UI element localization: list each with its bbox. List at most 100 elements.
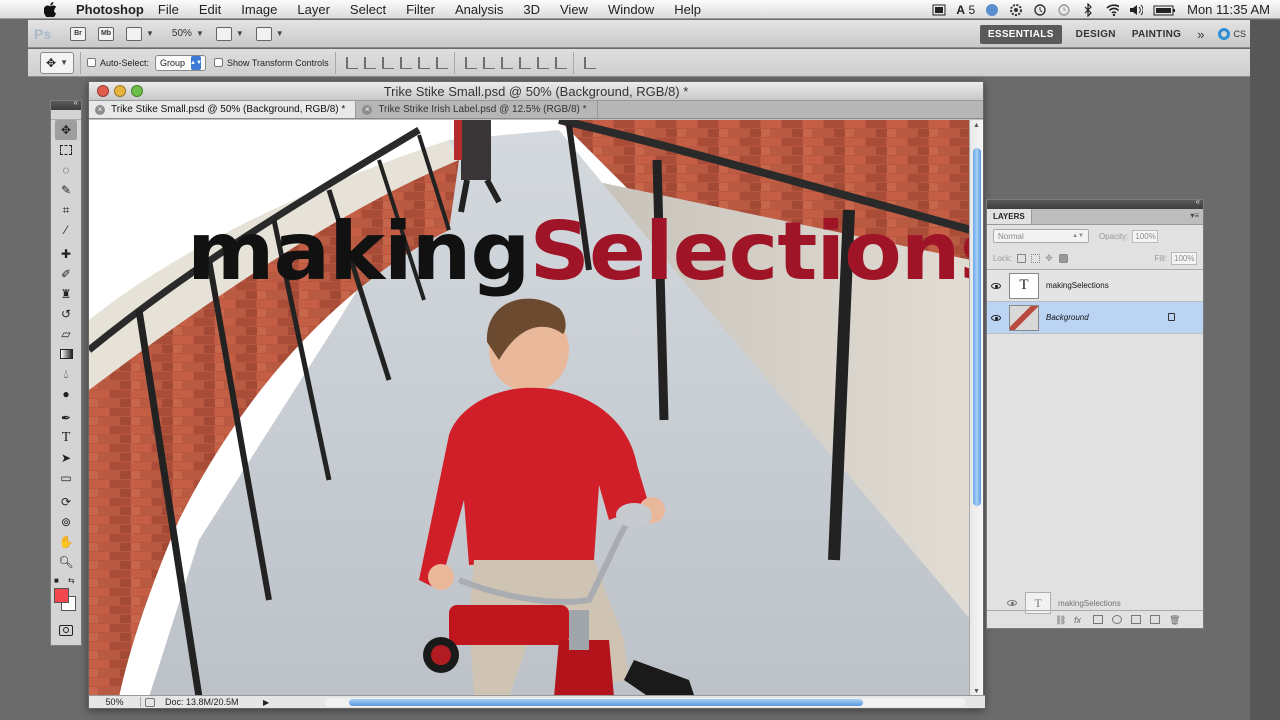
horizontal-scroll-thumb[interactable] [349,699,863,706]
battery-icon[interactable] [1153,3,1177,16]
zoom-tool-icon[interactable]: 🔍︎ [55,552,77,572]
align-vcenter-icon[interactable] [363,56,376,69]
menu-file[interactable]: File [158,2,179,17]
show-transform-checkbox[interactable] [214,58,224,67]
menu-3d[interactable]: 3D [523,2,540,17]
minimize-window-button[interactable] [114,85,126,97]
align-bottom-icon[interactable] [381,56,394,69]
menu-view[interactable]: View [560,2,588,17]
distribute-bottom-icon[interactable] [500,56,513,69]
horizontal-scrollbar[interactable] [325,698,965,707]
gradient-tool-icon[interactable] [55,344,77,364]
menu-help[interactable]: Help [674,2,701,17]
workspace-essentials[interactable]: ESSENTIALS [979,24,1062,44]
auto-select-dropdown[interactable]: Group ▲▼ [155,54,207,71]
crop-tool-icon[interactable]: ⌗ [55,200,77,220]
auto-select-checkbox[interactable] [87,58,96,67]
shape-tool-icon[interactable]: ▭ [55,468,77,488]
quick-selection-tool-icon[interactable]: ✎ [55,180,77,200]
tools-panel-header[interactable]: « [51,98,81,110]
clone-stamp-tool-icon[interactable]: ♜ [55,284,77,304]
network-icon[interactable] [985,3,999,16]
gear-icon[interactable] [1009,3,1023,16]
3d-rotate-tool-icon[interactable]: ⟳ [55,492,77,512]
layer-name[interactable]: makingSelections [1046,281,1109,290]
add-mask-icon[interactable] [1093,615,1103,624]
swap-colors-icon[interactable]: ⇆ [68,576,75,585]
zoom-window-button[interactable] [131,85,143,97]
link-layers-icon[interactable]: ⛓ [1055,615,1066,625]
clock[interactable]: Mon 11:35 AM [1187,2,1270,17]
time-machine-icon[interactable] [1057,3,1071,16]
making-selections-text[interactable]: makingSelections [187,212,971,292]
layer-row-making-selections[interactable]: T makingSelections [987,270,1203,302]
align-left-icon[interactable] [399,56,412,69]
path-selection-tool-icon[interactable]: ➤ [55,448,77,468]
close-tab-icon[interactable]: × [95,104,105,115]
screen-mode-button[interactable]: ▼ [255,25,284,43]
status-menu-icon[interactable]: ▶ [263,698,269,707]
panel-menu-icon[interactable]: ▾≡ [1190,211,1199,220]
eraser-tool-icon[interactable]: ▱ [55,324,77,344]
lock-image-icon[interactable] [1031,253,1041,263]
align-top-icon[interactable] [345,56,358,69]
eyedropper-tool-icon[interactable]: ⁄ [55,220,77,240]
visibility-toggle[interactable] [987,282,1005,289]
layer-row-background[interactable]: Background [987,302,1203,334]
launch-minibridge-button[interactable]: Mb [98,25,114,43]
workspace-painting[interactable]: PAINTING [1132,29,1181,40]
fill-field[interactable]: 100% [1171,251,1197,265]
menu-edit[interactable]: Edit [199,2,221,17]
apple-icon[interactable] [44,1,60,17]
app-menu[interactable]: Photoshop [76,2,144,17]
menu-filter[interactable]: Filter [406,2,435,17]
distribute-left-icon[interactable] [518,56,531,69]
volume-icon[interactable] [1129,3,1144,16]
workspace-design[interactable]: DESIGN [1076,29,1116,40]
3d-orbit-tool-icon[interactable]: ⊚ [55,512,77,532]
layer-style-icon[interactable]: fx [1074,615,1084,625]
tools-panel-grip[interactable] [51,110,81,120]
lock-position-icon[interactable]: ✥ [1045,253,1054,263]
layers-panel-header[interactable]: « [987,197,1203,209]
wifi-icon[interactable] [1105,3,1120,16]
close-tab-icon[interactable]: × [362,104,373,115]
menu-window[interactable]: Window [608,2,654,17]
sync-icon[interactable] [1033,3,1047,16]
zoom-level-dropdown[interactable]: 50% ▼ [172,25,204,43]
distribute-vcenter-icon[interactable] [482,56,495,69]
lock-transparent-icon[interactable] [1017,253,1027,263]
close-window-button[interactable] [97,85,109,97]
align-right-icon[interactable] [435,56,448,69]
align-hcenter-icon[interactable] [417,56,430,69]
more-workspaces-button[interactable]: » [1197,27,1204,42]
tab-trike-stike-small[interactable]: × Trike Stike Small.psd @ 50% (Backgroun… [89,101,357,118]
menu-image[interactable]: Image [241,2,277,17]
distribute-top-icon[interactable] [464,56,477,69]
pen-tool-icon[interactable]: ✒ [55,408,77,428]
scroll-up-icon[interactable]: ▲ [973,122,980,129]
menu-layer[interactable]: Layer [297,2,330,17]
vertical-scroll-thumb[interactable] [973,148,981,506]
auto-align-layers-icon[interactable] [583,56,596,69]
bluetooth-icon[interactable] [1081,2,1095,17]
tab-trike-strike-irish-label[interactable]: × Trike Strike Irish Label.psd @ 12.5% (… [356,101,598,118]
opacity-field[interactable]: 100% [1132,229,1159,243]
move-tool-icon[interactable]: ✥ [55,120,77,140]
scroll-down-icon[interactable]: ▼ [973,688,980,695]
healing-brush-tool-icon[interactable]: ✚ [55,244,77,264]
distribute-right-icon[interactable] [554,56,567,69]
vertical-scrollbar[interactable]: ▲ ▼ [969,120,983,697]
status-info-icon[interactable] [145,697,155,707]
history-brush-tool-icon[interactable]: ↺ [55,304,77,324]
new-layer-icon[interactable] [1150,615,1160,624]
collapse-icon[interactable]: « [74,98,78,107]
tab-layers[interactable]: LAYERS [987,209,1032,224]
collapse-icon[interactable]: « [1196,197,1200,206]
document-title-bar[interactable]: Trike Stike Small.psd @ 50% (Background,… [89,82,983,101]
brush-tool-icon[interactable]: ✐ [55,264,77,284]
image-canvas[interactable]: makingSelections [89,120,971,697]
new-group-icon[interactable] [1131,615,1141,624]
adjustment-layer-icon[interactable] [1112,615,1122,624]
blend-mode-dropdown[interactable]: Normal ▲▼ [993,229,1089,243]
